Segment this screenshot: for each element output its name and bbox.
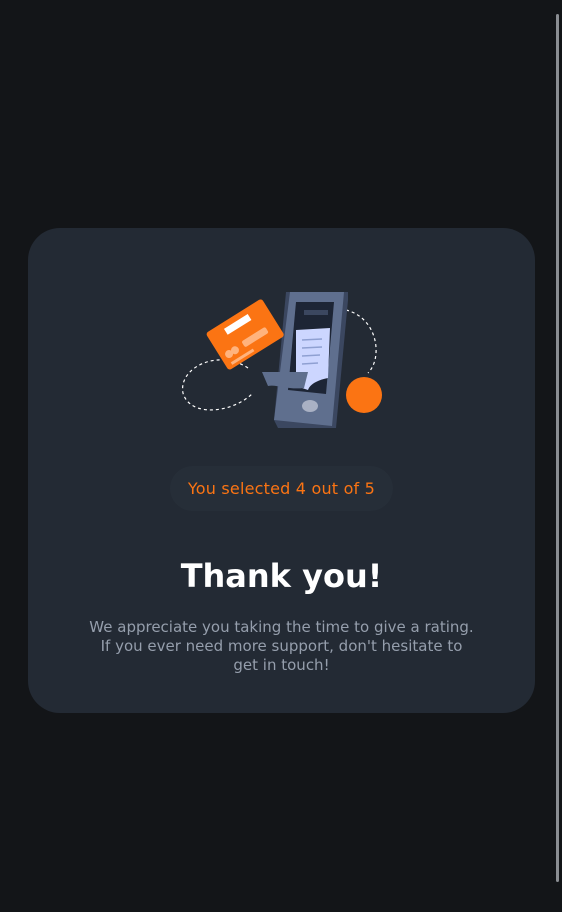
thank-you-description: We appreciate you taking the time to giv… bbox=[89, 618, 474, 674]
thank-you-card: You selected 4 out of 5 Thank you! We ap… bbox=[28, 228, 535, 713]
page-viewport: You selected 4 out of 5 Thank you! We ap… bbox=[0, 0, 562, 912]
thank-you-heading: Thank you! bbox=[180, 557, 383, 595]
phone-receipt-card-illustration bbox=[182, 292, 382, 428]
vertical-scrollbar[interactable] bbox=[556, 14, 559, 882]
rating-selected-badge: You selected 4 out of 5 bbox=[170, 466, 393, 511]
